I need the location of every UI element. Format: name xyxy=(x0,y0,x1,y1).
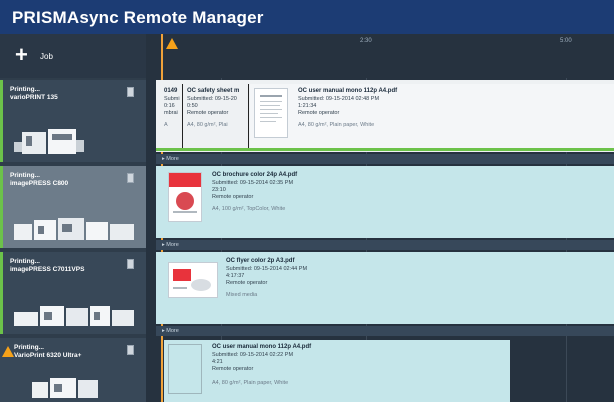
document-icon xyxy=(127,87,134,97)
job-duration: 1:21:34 xyxy=(298,103,317,109)
time-tick: 2:30 xyxy=(360,38,372,44)
warning-icon xyxy=(2,346,14,357)
more-label: More xyxy=(166,156,179,162)
job-media: A4, 80 g/m², Plain paper, White xyxy=(212,380,289,386)
job-submitted: Submitted: 09-15-2014 02:35 PM xyxy=(212,180,294,186)
job-name: OC user manual mono 112p A4.pdf xyxy=(212,344,312,350)
time-ruler: 2:30 5:00 xyxy=(146,34,614,78)
job-duration: 4:21 xyxy=(212,359,223,365)
job-name: OC user manual mono 112p A4.pdf xyxy=(298,88,398,94)
more-button[interactable]: ▸ More xyxy=(156,326,614,336)
time-tick: 5:00 xyxy=(560,38,572,44)
app-window: PRISMAsync Remote Manager + Job Printing… xyxy=(0,0,614,402)
job-thumbnail xyxy=(168,262,218,298)
more-label: More xyxy=(166,242,179,248)
job-name: OC safety sheet m xyxy=(187,88,240,94)
document-icon xyxy=(127,173,134,183)
printer-item-varioprint-135[interactable]: Printing... varioPRINT 135 xyxy=(0,80,146,162)
job-card[interactable]: OC user manual mono 112p A4.pdf Submitte… xyxy=(250,84,614,148)
job-duration: 0:50 xyxy=(187,103,198,109)
document-icon xyxy=(127,345,134,355)
job-card[interactable]: OC flyer color 2p A3.pdf Submitted: 09-1… xyxy=(164,254,614,322)
job-duration: 23:10 xyxy=(212,187,226,193)
more-label: More xyxy=(166,328,179,334)
printer-machine-image xyxy=(14,218,134,240)
printer-name: varioPRINT 135 xyxy=(10,94,58,101)
plus-icon: + xyxy=(15,42,28,67)
job-card[interactable]: OC brochure color 24p A4.pdf Submitted: … xyxy=(164,168,614,236)
printer-item-imagepress-c800[interactable]: Printing... imagePRESS C800 xyxy=(0,166,146,248)
job-operator: Remote operator xyxy=(212,194,254,200)
job-operator: Remote operator xyxy=(212,366,254,372)
progress-line xyxy=(156,148,614,151)
warning-icon xyxy=(166,38,178,49)
job-media: A xyxy=(164,122,168,128)
job-submitted: Submitted: 09-15-2014 02:48 PM xyxy=(298,96,380,102)
job-operator: Remote operator xyxy=(187,110,229,116)
job-thumbnail xyxy=(168,172,202,222)
job-media: A4, 100 g/m², TopColor, White xyxy=(212,206,286,212)
new-job-button[interactable]: + Job xyxy=(0,34,146,78)
job-submitted: Submitted: 09-15-2014 02:22 PM xyxy=(212,352,294,358)
printer-item-imagepress-c7011vps[interactable]: Printing... imagePRESS C7011VPS xyxy=(0,252,146,334)
new-job-label: Job xyxy=(40,52,53,61)
more-button[interactable]: ▸ More xyxy=(156,240,614,250)
job-name: OC flyer color 2p A3.pdf xyxy=(226,258,295,264)
job-submitted: Submi xyxy=(164,96,180,102)
printer-machine-image xyxy=(32,378,98,398)
job-submitted: Submitted: 09-15-2014 02:44 PM xyxy=(226,266,308,272)
printer-status-indicator xyxy=(0,166,3,248)
job-media: A4, 80 g/m², Plai xyxy=(187,122,228,128)
job-card[interactable]: OC user manual mono 112p A4.pdf Submitte… xyxy=(164,340,510,402)
document-icon xyxy=(127,259,134,269)
printer-sidebar: + Job Printing... varioPRINT 135 Printin… xyxy=(0,34,146,402)
printer-name: imagePRESS C800 xyxy=(10,180,69,187)
printer-status-indicator xyxy=(0,252,3,334)
job-card[interactable]: OC safety sheet m Submitted: 09-15-20 0:… xyxy=(182,84,249,148)
job-duration: 0:16 xyxy=(164,103,175,109)
printer-status: Printing... xyxy=(10,86,40,93)
job-operator: Remote operator xyxy=(226,280,268,286)
app-title: PRISMAsync Remote Manager xyxy=(0,0,614,34)
job-media: Mixed media xyxy=(226,292,258,298)
job-media: A4, 80 g/m², Plain paper, White xyxy=(298,122,375,128)
job-thumbnail xyxy=(168,344,202,394)
job-card[interactable]: 0149 Submi 0:16 mbrai A xyxy=(162,84,180,148)
job-name: 0149 xyxy=(164,88,178,94)
printer-item-varioprint-6320[interactable]: Printing... VarioPrint 6320 Ultra+ xyxy=(0,338,146,402)
printer-name: VarioPrint 6320 Ultra+ xyxy=(14,352,82,359)
more-button[interactable]: ▸ More xyxy=(156,154,614,164)
job-thumbnail xyxy=(254,88,288,138)
job-operator: Remote operator xyxy=(298,110,340,116)
printer-machine-image xyxy=(14,306,134,326)
printer-status: Printing... xyxy=(14,344,44,351)
printer-status-indicator xyxy=(0,80,3,162)
printer-status: Printing... xyxy=(10,172,40,179)
printer-status: Printing... xyxy=(10,258,40,265)
job-operator: mbrai xyxy=(164,110,178,116)
job-timeline[interactable]: 2:30 5:00 0149 Submi 0:16 mbrai A OC saf… xyxy=(146,34,614,402)
printer-name: imagePRESS C7011VPS xyxy=(10,266,85,273)
job-name: OC brochure color 24p A4.pdf xyxy=(212,172,298,178)
job-duration: 4:17:37 xyxy=(226,273,245,279)
printer-machine-image xyxy=(14,129,84,154)
job-submitted: Submitted: 09-15-20 xyxy=(187,96,237,102)
